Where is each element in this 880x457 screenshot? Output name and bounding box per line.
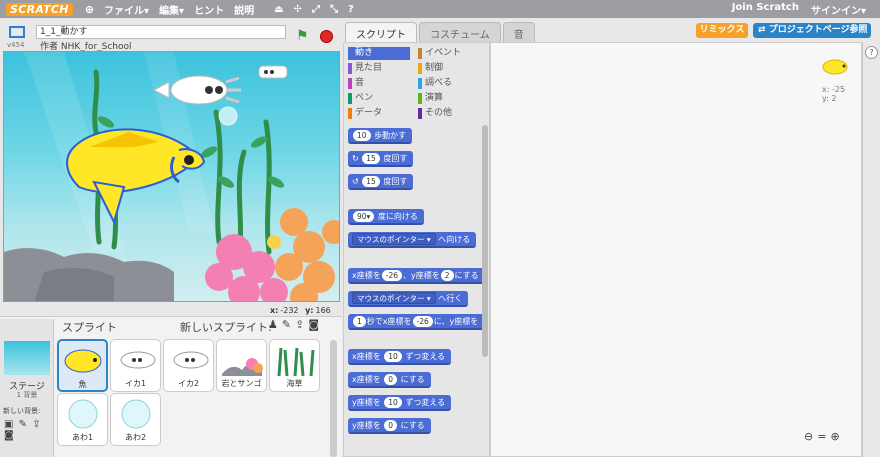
sprite-position-info: x: -25 y: 2 — [822, 85, 846, 103]
cut-icon[interactable]: ✢ — [294, 4, 302, 15]
block-point-towards[interactable]: マウスのポインター ▾ へ向ける — [348, 232, 477, 248]
editor-tabs: スクリプト コスチューム 音 — [345, 22, 535, 42]
category-operators[interactable]: 演算 — [418, 92, 480, 105]
tab-costumes[interactable]: コスチューム — [419, 22, 501, 42]
zoom-reset-icon[interactable]: = — [817, 430, 826, 443]
sprite-tile-bubble2[interactable]: あわ2 — [110, 393, 161, 446]
camera-sprite-icon[interactable]: ◙ — [308, 318, 319, 331]
sprites-title: スプライト — [62, 321, 117, 334]
sprite-tile-fish[interactable]: 魚 — [57, 339, 108, 392]
duplicate-icon[interactable]: ⏏ — [274, 4, 283, 15]
backdrop-count: 1 背景 — [16, 391, 38, 399]
sprite-tile-squid1[interactable]: イカ1 — [110, 339, 161, 392]
palette-scrollbar[interactable] — [482, 125, 488, 357]
paint-sprite-icon[interactable]: ✎ — [282, 318, 291, 331]
paint-backdrop-icon[interactable]: ✎ — [19, 419, 28, 430]
block-goto[interactable]: マウスのポインター ▾ へ行く — [348, 291, 469, 307]
new-backdrop-label: 新しい背景: — [3, 407, 41, 415]
sprite-tile-squid2[interactable]: イカ2 — [163, 339, 214, 392]
help-strip — [862, 42, 880, 457]
block-glide[interactable]: 1 秒でx座標を -26 に、y座標を — [348, 314, 485, 330]
category-pen[interactable]: ペン — [348, 92, 410, 105]
stage-canvas[interactable] — [3, 51, 340, 302]
rotate-right-icon: ↻ — [352, 154, 359, 163]
zoom-out-icon[interactable]: ⊖ — [804, 430, 813, 443]
block-goto-xy[interactable]: x座標を -26 、y座標を 2 にする — [348, 268, 485, 284]
sign-in-link[interactable]: サインイン▾ — [811, 2, 866, 17]
menu-tips[interactable]: ヒント — [194, 2, 224, 17]
menu-about[interactable]: 説明 — [234, 2, 254, 17]
upload-sprite-icon[interactable]: ⇪ — [295, 318, 304, 331]
category-data[interactable]: データ — [348, 107, 410, 120]
block-turn-left[interactable]: ↺ 15 度回す — [348, 174, 414, 190]
block-set-x[interactable]: x座標を 0 にする — [348, 372, 431, 388]
new-sprite-label: 新しいスプライト: — [180, 321, 272, 334]
camera-backdrop-icon[interactable]: ◙ — [4, 430, 15, 441]
zoom-in-icon[interactable]: ⊕ — [830, 430, 839, 443]
block-move-steps[interactable]: 10 歩動かす — [348, 128, 413, 144]
scratch-logo[interactable]: SCRATCH — [6, 2, 73, 16]
project-page-button[interactable]: ⇄ プロジェクトページ参照 — [753, 23, 871, 38]
sprite-tile-rock-coral[interactable]: 岩とサンゴ — [216, 339, 267, 392]
upload-backdrop-icon[interactable]: ⇪ — [32, 419, 41, 430]
category-list: 動き イベント 見た目 制御 音 調べる ペン 演算 データ その他 — [348, 47, 488, 125]
project-title-input[interactable]: 1_1_動かす — [36, 25, 286, 39]
block-turn-right[interactable]: ↻ 15 度回す — [348, 151, 414, 167]
script-area[interactable] — [490, 42, 862, 457]
block-point-direction[interactable]: 90▾ 度に向ける — [348, 209, 424, 225]
help-cursor-icon[interactable]: ? — [348, 4, 354, 15]
current-sprite-thumbnail — [820, 56, 850, 78]
stage-thumbnail[interactable]: ステージ 1 背景 新しい背景: ▣ ✎ ⇪ ◙ — [0, 319, 54, 457]
category-more[interactable]: その他 — [418, 107, 480, 120]
mouse-coordinates: x: -232 y: 166 — [270, 306, 331, 315]
fullscreen-icon[interactable] — [9, 26, 25, 38]
backdrop-library-icon[interactable]: ▣ — [4, 419, 14, 430]
category-control[interactable]: 制御 — [418, 62, 480, 75]
version-label: v454 — [7, 41, 25, 49]
remix-button[interactable]: リミックス — [696, 23, 748, 38]
menu-bar: SCRATCH ⊕ ファイル▾ 編集▾ ヒント 説明 ⏏ ✢ ⤢ ⤡ ? Joi… — [0, 0, 880, 18]
zoom-controls: ⊖ = ⊕ — [804, 430, 840, 443]
join-scratch-link[interactable]: Join Scratch — [732, 2, 799, 17]
tab-scripts[interactable]: スクリプト — [345, 22, 417, 42]
shrink-icon[interactable]: ⤡ — [330, 4, 338, 15]
stop-icon[interactable] — [320, 30, 333, 43]
block-set-y[interactable]: y座標を 0 にする — [348, 418, 431, 434]
green-flag-icon[interactable]: ⚑ — [296, 28, 309, 44]
menu-edit[interactable]: 編集▾ — [159, 2, 184, 17]
category-sensing[interactable]: 調べる — [418, 77, 480, 90]
block-change-x[interactable]: x座標を 10 ずつ変える — [348, 349, 452, 365]
sprite-library-icon[interactable]: ♟ — [268, 318, 278, 331]
tab-sounds[interactable]: 音 — [502, 22, 535, 42]
stage-header: v454 1_1_動かす 作者 NHK_for_School ⚑ — [0, 22, 342, 52]
rotate-left-icon: ↺ — [352, 177, 359, 186]
sprite-list-scrollbar[interactable] — [330, 340, 337, 457]
grow-icon[interactable]: ⤢ — [312, 4, 320, 15]
category-sound[interactable]: 音 — [348, 77, 410, 90]
category-motion[interactable]: 動き — [348, 47, 410, 60]
category-looks[interactable]: 見た目 — [348, 62, 410, 75]
help-icon[interactable]: ? — [865, 46, 878, 59]
menu-file[interactable]: ファイル▾ — [104, 2, 149, 17]
category-events[interactable]: イベント — [418, 47, 480, 60]
stage-scene — [4, 52, 339, 301]
motion-blocks: 10 歩動かす ↻ 15 度回す ↺ 15 度回す 90▾ 度に向ける マウスの… — [344, 128, 486, 448]
sprite-tile-bubble1[interactable]: あわ1 — [57, 393, 108, 446]
sprite-tile-seaweed[interactable]: 海草 — [269, 339, 320, 392]
block-change-y[interactable]: y座標を 10 ずつ変える — [348, 395, 452, 411]
globe-icon[interactable]: ⊕ — [85, 3, 94, 16]
